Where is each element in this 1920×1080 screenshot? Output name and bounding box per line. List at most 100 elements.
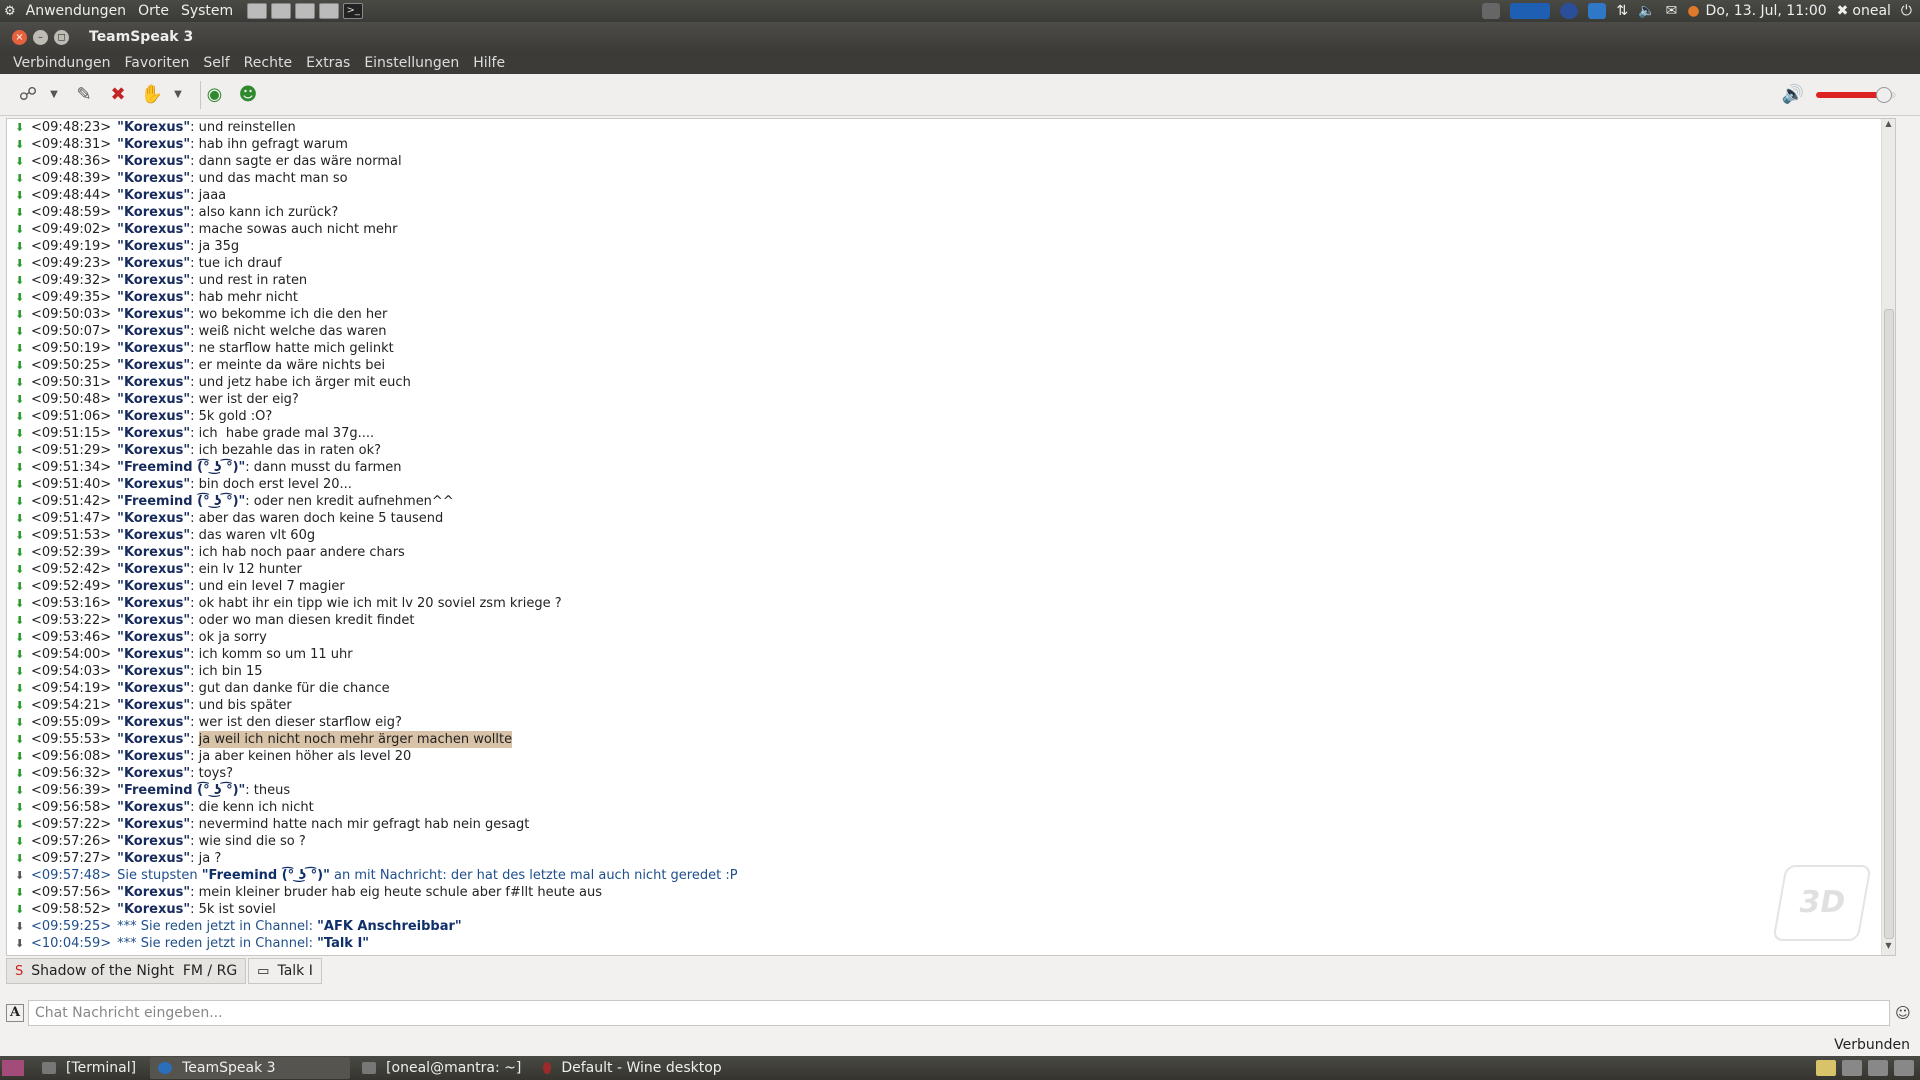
message-nickname[interactable]: "Korexus" (117, 170, 190, 187)
emoticon-icon[interactable]: ☺ (1892, 1004, 1914, 1022)
message-nickname[interactable]: "Korexus" (117, 408, 190, 425)
message-nickname[interactable]: "Korexus" (117, 748, 190, 765)
message-nickname[interactable]: "Korexus" (117, 357, 190, 374)
menu-hilfe[interactable]: Hilfe (466, 55, 512, 71)
chevron-down-icon[interactable]: ▼ (172, 81, 184, 109)
menu-self[interactable]: Self (196, 55, 236, 71)
taskbar-item-teamspeak[interactable]: TeamSpeak 3 (150, 1057, 351, 1079)
menu-anwendungen[interactable]: Anwendungen (20, 3, 132, 19)
network-icon[interactable]: ⇅ (1616, 3, 1628, 19)
message-nickname[interactable]: "Korexus" (117, 289, 190, 306)
message-nickname[interactable]: "Korexus" (117, 833, 190, 850)
message-nickname[interactable]: "Korexus" (117, 340, 190, 357)
message-nickname[interactable]: "Korexus" (117, 306, 190, 323)
message-nickname[interactable]: "Freemind (͡° ͜ʖ ͡°)" (117, 493, 245, 510)
message-nickname[interactable]: "Korexus" (117, 799, 190, 816)
menu-orte[interactable]: Orte (132, 3, 175, 19)
message-nickname[interactable]: "Korexus" (117, 204, 190, 221)
message-nickname[interactable]: "Korexus" (117, 527, 190, 544)
message-nickname[interactable]: "Korexus" (117, 374, 190, 391)
message-nickname[interactable]: "Korexus" (117, 136, 190, 153)
message-nickname[interactable]: "Korexus" (117, 442, 190, 459)
message-nickname[interactable]: "Korexus" (117, 272, 190, 289)
message-nickname[interactable]: "Korexus" (117, 663, 190, 680)
show-desktop-icon[interactable] (2, 1060, 24, 1076)
message-nickname[interactable]: "Freemind (͡° ͜ʖ ͡°)" (117, 459, 245, 476)
message-nickname[interactable]: "Korexus" (117, 646, 190, 663)
launcher-icon[interactable] (271, 3, 292, 19)
message-nickname[interactable]: "Korexus" (117, 714, 190, 731)
minimize-window-button[interactable]: – (33, 29, 48, 45)
message-nickname[interactable]: "Korexus" (117, 510, 190, 527)
contacts-icon[interactable]: ☻ (234, 81, 262, 109)
clock[interactable]: ● Do, 13. Jul, 11:00 (1687, 3, 1826, 19)
scroll-up-icon[interactable]: ▲ (1882, 119, 1895, 133)
mail-icon[interactable]: ✉ (1666, 3, 1678, 19)
screenshot-icon[interactable]: ◉ (200, 80, 228, 109)
taskbar-item-terminal-oneal[interactable]: [oneal@mantra: ~] (354, 1057, 531, 1079)
message-nickname[interactable]: "Korexus" (117, 816, 190, 833)
launcher-icon[interactable] (247, 3, 268, 19)
user-menu[interactable]: ✖ oneal (1837, 3, 1891, 19)
message-nickname[interactable]: "Korexus" (117, 119, 190, 136)
bluetooth-icon[interactable] (1588, 3, 1607, 19)
scrollbar-thumb[interactable] (1884, 309, 1894, 939)
message-nickname[interactable]: "Korexus" (117, 697, 190, 714)
message-nickname[interactable]: "Korexus" (117, 884, 190, 901)
ubuntu-logo-icon[interactable]: ⚙ (4, 4, 16, 19)
message-nickname[interactable]: "Korexus" (117, 425, 190, 442)
message-nickname[interactable]: "Korexus" (117, 578, 190, 595)
trash-icon[interactable] (1894, 1060, 1914, 1076)
message-nickname[interactable]: "Korexus" (117, 187, 190, 204)
menu-extras[interactable]: Extras (299, 55, 357, 71)
chevron-down-icon[interactable]: ▼ (48, 81, 60, 109)
tab-server[interactable]: S Shadow of the Night FM / RG (6, 958, 247, 984)
message-nickname[interactable]: "Korexus" (117, 221, 190, 238)
taskbar-item-wine[interactable]: Default - Wine desktop (535, 1057, 731, 1079)
menu-favoriten[interactable]: Favoriten (118, 55, 197, 71)
message-nickname[interactable]: "Korexus" (117, 476, 190, 493)
message-nickname[interactable]: "Korexus" (117, 238, 190, 255)
message-nickname[interactable]: "Korexus" (117, 153, 190, 170)
away-icon[interactable]: ✋ (138, 81, 166, 109)
menu-system[interactable]: System (175, 3, 239, 19)
message-nickname[interactable]: "Korexus" (117, 595, 190, 612)
speaker-icon[interactable]: 🔈 (1638, 3, 1655, 19)
maximize-window-button[interactable]: ◻ (54, 29, 69, 45)
power-icon[interactable]: ⏻ (1901, 3, 1912, 19)
menu-einstellungen[interactable]: Einstellungen (357, 55, 466, 71)
message-nickname[interactable]: "Freemind (͡° ͜ʖ ͡°)" (202, 867, 330, 884)
volume-slider-thumb[interactable] (1876, 86, 1892, 103)
message-nickname[interactable]: "Korexus" (117, 731, 190, 748)
folder-icon[interactable] (1816, 1060, 1836, 1076)
message-nickname[interactable]: "Korexus" (117, 391, 190, 408)
bookmark-icon[interactable]: ✎ (70, 81, 98, 109)
scroll-down-icon[interactable]: ▼ (1882, 941, 1895, 955)
message-nickname[interactable]: "Korexus" (117, 323, 190, 340)
workspace-icon[interactable] (1868, 1060, 1888, 1076)
close-window-button[interactable]: × (12, 29, 27, 45)
message-nickname[interactable]: "Korexus" (117, 629, 190, 646)
message-nickname[interactable]: "Korexus" (117, 561, 190, 578)
disconnect-icon[interactable]: ✖ (104, 81, 132, 109)
message-nickname[interactable]: "Korexus" (117, 765, 190, 782)
tab-channel[interactable]: ▭ Talk I (248, 958, 322, 984)
message-nickname[interactable]: "Freemind (͡° ͜ʖ ͡°)" (117, 782, 245, 799)
menu-rechte[interactable]: Rechte (237, 55, 299, 71)
message-nickname[interactable]: "Korexus" (117, 612, 190, 629)
menu-verbindungen[interactable]: Verbindungen (6, 55, 118, 71)
volume-slider[interactable] (1816, 86, 1896, 103)
launcher-icon[interactable] (295, 3, 316, 19)
tray-app-icon[interactable] (1560, 3, 1579, 19)
message-nickname[interactable]: "AFK Anschreibbar" (317, 918, 462, 935)
taskbar-item-terminal[interactable]: [Terminal] (34, 1057, 146, 1079)
message-nickname[interactable]: "Korexus" (117, 544, 190, 561)
message-nickname[interactable]: "Korexus" (117, 255, 190, 272)
tray-app-icon[interactable] (1482, 3, 1501, 19)
terminal-launcher-icon[interactable]: >_ (343, 3, 364, 19)
edit-icon[interactable] (1842, 1060, 1862, 1076)
text-format-icon[interactable]: A (6, 1004, 24, 1022)
system-monitor-icon[interactable] (1510, 3, 1551, 19)
connect-icon[interactable]: ☍ (14, 81, 42, 109)
launcher-icon[interactable] (319, 3, 340, 19)
